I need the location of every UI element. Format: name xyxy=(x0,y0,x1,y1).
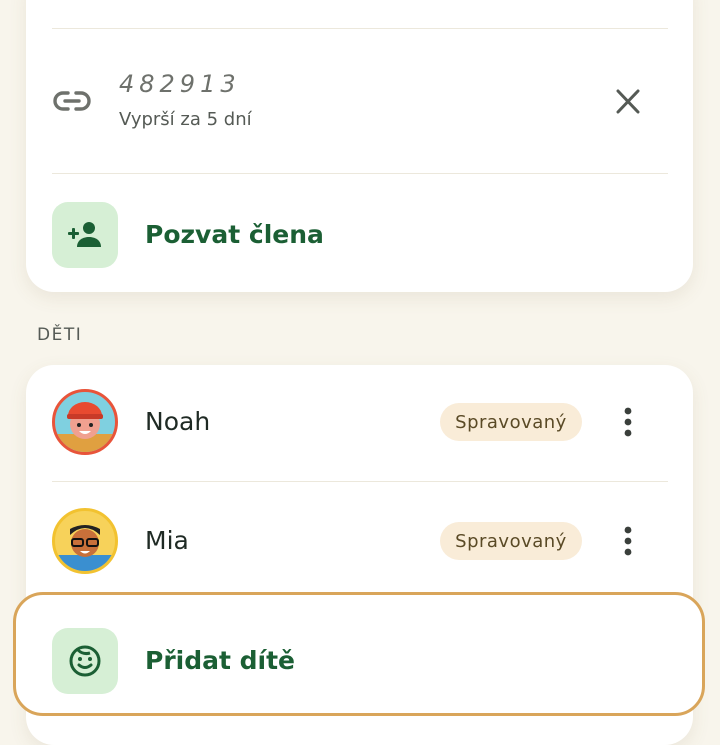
invite-expiry: Vyprší za 5 dní xyxy=(119,109,252,130)
avatar-mia xyxy=(52,508,118,574)
divider xyxy=(52,28,668,29)
more-vert-icon xyxy=(624,407,632,437)
revoke-invite-button[interactable] xyxy=(608,84,648,120)
invite-member-button[interactable]: Pozvat člena xyxy=(145,220,324,249)
child-options-button[interactable] xyxy=(614,402,642,442)
close-icon xyxy=(616,89,640,114)
invite-code: 482913 xyxy=(119,70,241,98)
add-child-tile[interactable] xyxy=(52,628,118,694)
child-name[interactable]: Noah xyxy=(145,407,210,436)
section-title-kids: DĚTI xyxy=(37,325,83,345)
divider xyxy=(52,173,668,174)
more-vert-icon xyxy=(624,526,632,556)
divider xyxy=(52,481,668,482)
person-add-icon xyxy=(68,222,101,247)
child-options-button[interactable] xyxy=(614,521,642,561)
managed-badge: Spravovaný xyxy=(440,403,582,441)
avatar-noah xyxy=(52,389,118,455)
invite-member-tile[interactable] xyxy=(52,202,118,268)
child-name[interactable]: Mia xyxy=(145,526,189,555)
add-child-button[interactable]: Přidat dítě xyxy=(145,646,295,675)
members-card xyxy=(26,0,693,292)
child-face-icon xyxy=(69,645,101,677)
managed-badge: Spravovaný xyxy=(440,522,582,560)
link-icon xyxy=(52,84,92,118)
